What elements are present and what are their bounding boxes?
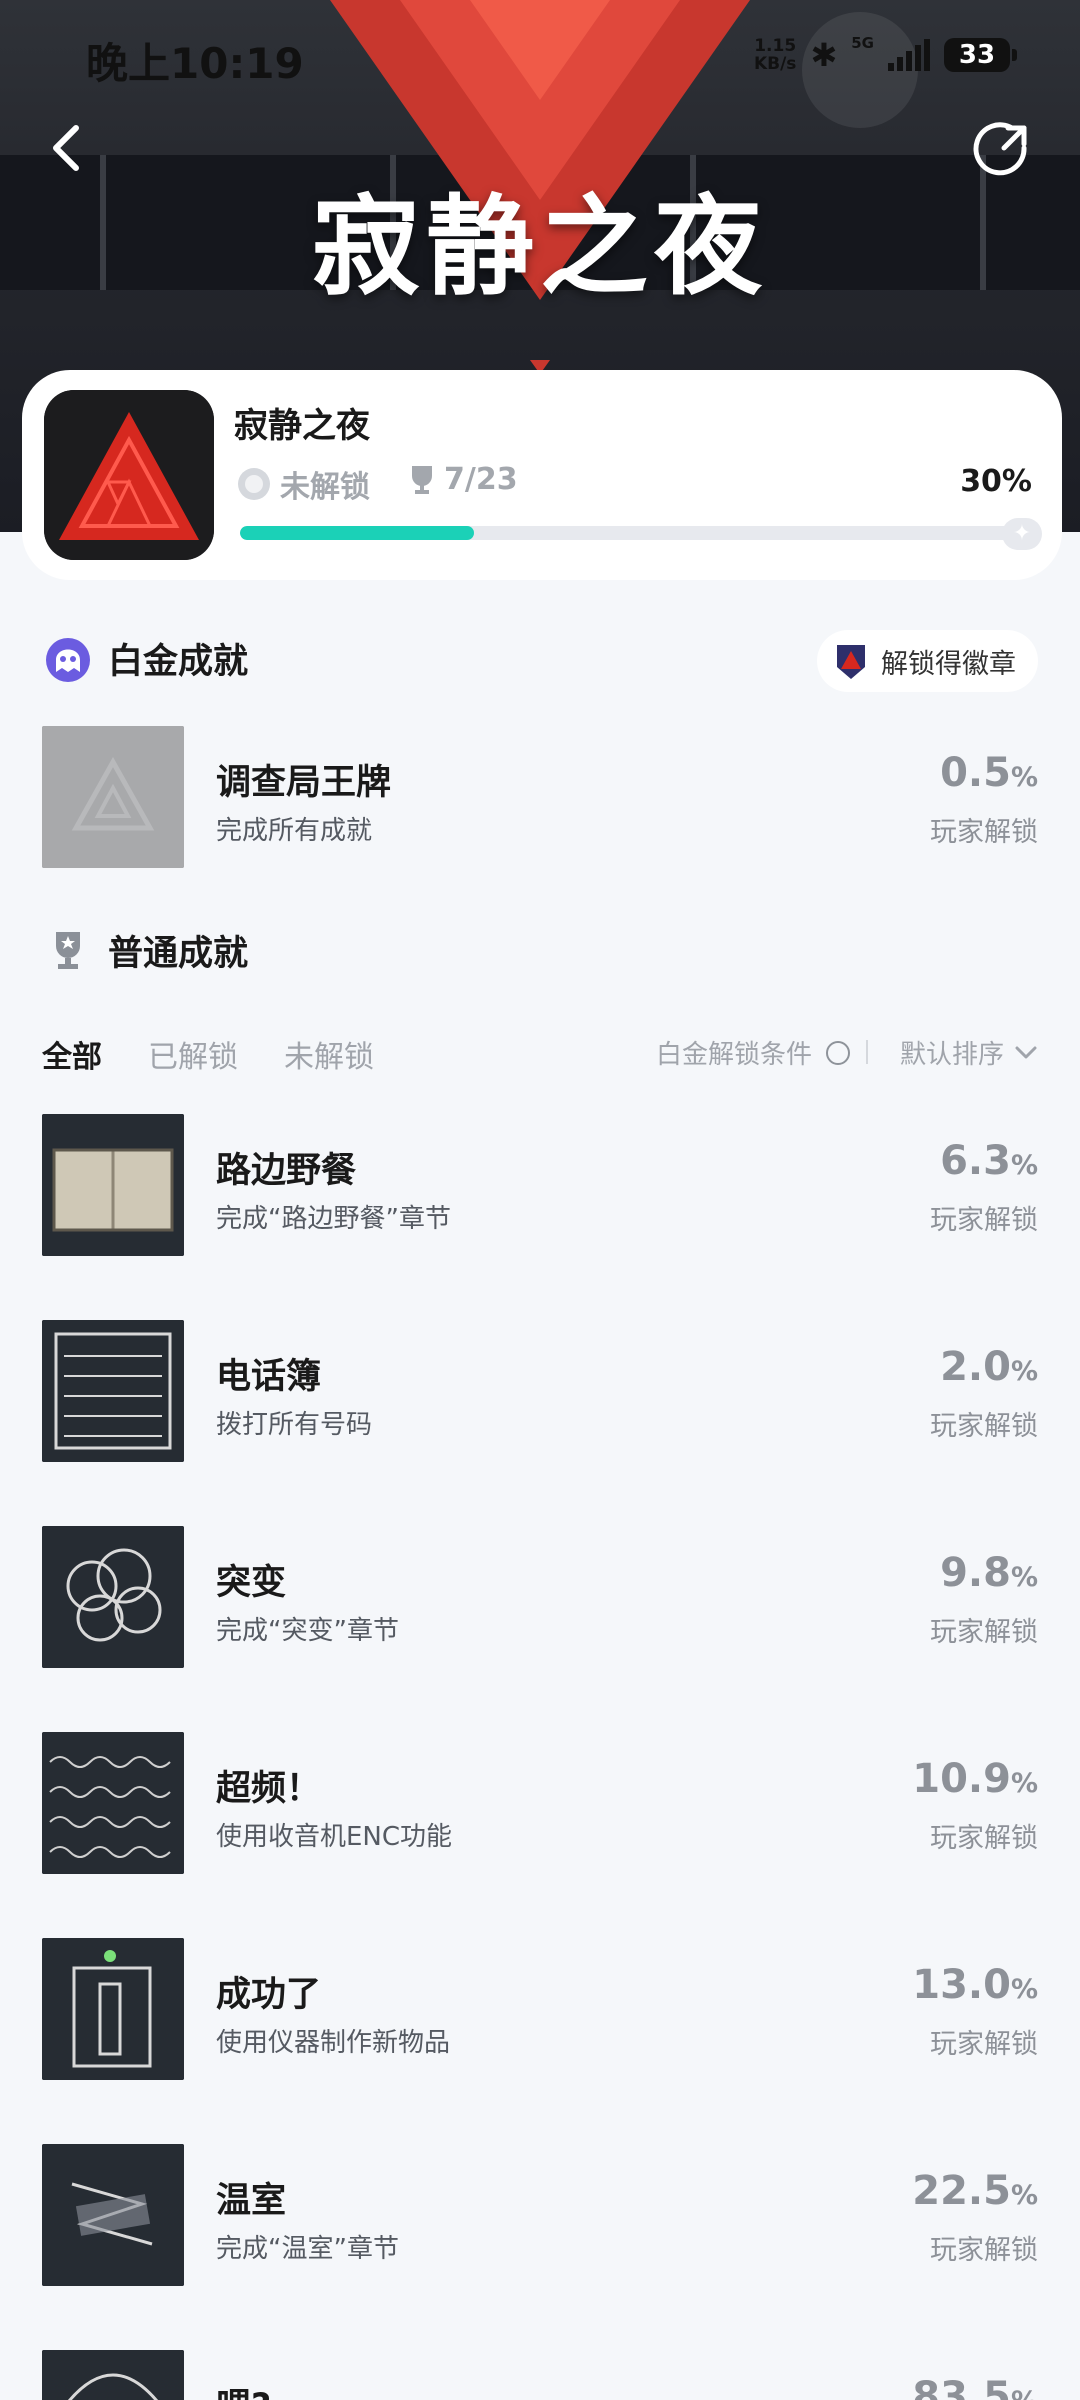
achievements-page: 寂静之夜 晚上10:19 1.15 KB/s ✱ 5G 33 寂静之夜 未解锁 …	[0, 0, 1080, 2400]
achievement-desc: 完成所有成就	[216, 816, 373, 846]
cloud-sketch-icon	[42, 1526, 184, 1668]
achievement-rate-label: 玩家解锁	[930, 2235, 1038, 2266]
share-button[interactable]	[972, 118, 1032, 178]
achievement-desc: 拨打所有号码	[216, 1410, 373, 1440]
achievement-rate-label: 玩家解锁	[930, 817, 1038, 848]
achievement-rate-label: 玩家解锁	[930, 1617, 1038, 1648]
platinum-medal-icon	[238, 468, 270, 500]
achievement-desc: 完成“温室”章节	[216, 2234, 399, 2264]
battery-icon: 33	[944, 38, 1017, 72]
achievement-title: 路边野餐	[216, 1151, 357, 1191]
platinum-achievement-row[interactable]: 调查局王牌 完成所有成就 0.5% 玩家解锁	[42, 726, 1038, 868]
achievement-desc: 使用收音机ENC功能	[216, 1822, 453, 1852]
unlock-badge-button[interactable]: 解锁得徽章	[817, 630, 1038, 692]
divider	[866, 1040, 868, 1064]
trophy-count: 7/23	[408, 462, 518, 497]
achievement-row[interactable]: 喂? 83.5%	[42, 2350, 1038, 2400]
tab-locked[interactable]: 未解锁	[284, 1032, 374, 1076]
achievement-title: 电话簿	[216, 1357, 322, 1397]
achievement-rate: 0.5%	[940, 750, 1038, 796]
achievement-title: 喂?	[216, 2378, 271, 2400]
achievement-rate: 10.9%	[912, 1756, 1038, 1802]
progress-bar-fill	[240, 526, 474, 540]
tab-all[interactable]: 全部	[42, 1032, 102, 1076]
progress-bar	[240, 526, 1020, 540]
progress-end-star-icon: ✦	[1002, 518, 1042, 550]
bluetooth-icon: ✱	[810, 36, 838, 74]
hero-title: 寂静之夜	[311, 185, 768, 310]
chevron-left-icon	[53, 125, 79, 171]
game-summary-card: 寂静之夜 未解锁 7/23 30% ✦	[22, 370, 1062, 580]
progress-percent: 30%	[960, 464, 1032, 499]
achievement-rate-label: 玩家解锁	[930, 1411, 1038, 1442]
network-speed: 1.15 KB/s	[753, 36, 797, 74]
achievement-rate: 13.0%	[912, 1962, 1038, 2008]
achievement-rate: 22.5%	[912, 2168, 1038, 2214]
platinum-ghost-icon	[46, 638, 90, 682]
network-type: 5G	[851, 34, 874, 52]
trophy-icon	[412, 465, 432, 494]
achievement-rate: 83.5%	[912, 2374, 1038, 2400]
achievement-desc: 使用仪器制作新物品	[216, 2028, 451, 2058]
chevron-down-icon	[1015, 1046, 1037, 1058]
achievement-title: 温室	[216, 2181, 287, 2221]
achievement-row[interactable]: 成功了 使用仪器制作新物品 13.0% 玩家解锁	[42, 1938, 1038, 2080]
achievement-rate-label: 玩家解锁	[930, 1205, 1038, 1236]
platinum-condition-toggle[interactable]: 白金解锁条件	[656, 1034, 850, 1071]
game-title: 寂静之夜	[234, 406, 370, 446]
radio-icon	[826, 1040, 850, 1065]
device-icon	[42, 1938, 184, 2080]
platinum-section-header: 白金成就	[42, 632, 248, 684]
share-icon	[973, 122, 1027, 176]
platinum-lock-state: 未解锁	[236, 462, 370, 506]
back-button[interactable]	[42, 118, 92, 178]
tab-unlocked[interactable]: 已解锁	[148, 1032, 238, 1076]
achievement-title: 成功了	[216, 1975, 322, 2015]
scribble-icon	[42, 2144, 184, 2286]
trophy-icon	[56, 932, 80, 969]
achievement-title: 突变	[216, 1563, 287, 1603]
achievement-rate: 9.8%	[940, 1550, 1038, 1596]
waveform-icon	[42, 1732, 184, 1874]
status-bar: 晚上10:19 1.15 KB/s ✱ 5G 33	[0, 0, 1080, 118]
status-time: 晚上10:19	[86, 39, 304, 88]
phone-list-icon	[42, 1320, 184, 1462]
achievement-title: 超频！	[216, 1769, 322, 1809]
achievement-rate: 6.3%	[940, 1138, 1038, 1184]
signal-icon	[888, 39, 930, 71]
platinum-achievement-icon	[42, 726, 184, 868]
achievement-filter-bar: 全部 已解锁 未解锁 白金解锁条件 默认排序	[42, 1026, 1038, 1076]
achievement-desc: 完成“路边野餐”章节	[216, 1204, 451, 1234]
achievement-title: 调查局王牌	[216, 763, 392, 803]
achievement-row[interactable]: 突变 完成“突变”章节 9.8% 玩家解锁	[42, 1526, 1038, 1668]
normal-section-header: 普通成就	[42, 924, 248, 976]
face-sketch-icon	[42, 2350, 184, 2400]
achievement-row[interactable]: 超频！ 使用收音机ENC功能 10.9% 玩家解锁	[42, 1732, 1038, 1874]
achievement-rate: 2.0%	[940, 1344, 1038, 1390]
achievement-row[interactable]: 电话簿 拨打所有号码 2.0% 玩家解锁	[42, 1320, 1038, 1462]
achievement-row[interactable]: 路边野餐 完成“路边野餐”章节 6.3% 玩家解锁	[42, 1114, 1038, 1256]
achievement-rate-label: 玩家解锁	[930, 1823, 1038, 1854]
achievement-row[interactable]: 温室 完成“温室”章节 22.5% 玩家解锁	[42, 2144, 1038, 2286]
achievement-rate-label: 玩家解锁	[930, 2029, 1038, 2060]
game-icon	[44, 390, 214, 560]
sort-dropdown[interactable]: 默认排序	[900, 1034, 1038, 1071]
achievement-desc: 完成“突变”章节	[216, 1616, 399, 1646]
badge-shield-icon	[837, 645, 865, 679]
open-book-icon	[42, 1114, 184, 1256]
